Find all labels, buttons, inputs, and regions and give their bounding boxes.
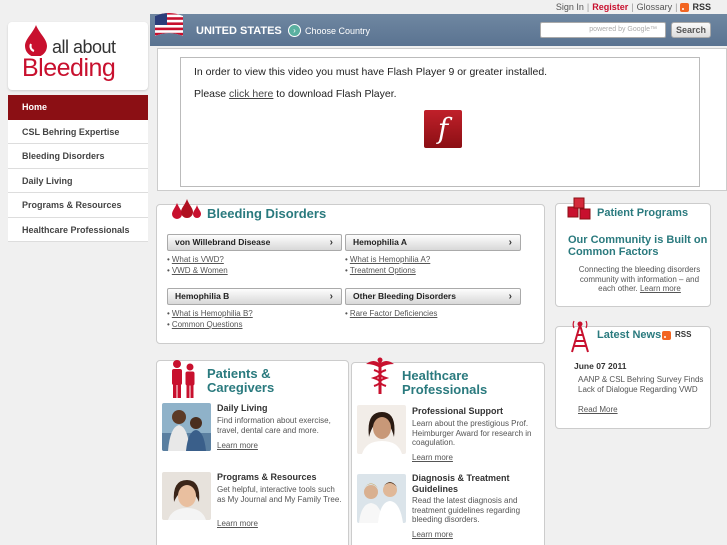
site-logo[interactable]: all about Bleeding xyxy=(8,22,148,90)
programs-headline: Our Community is Built on Common Factors xyxy=(568,234,708,258)
hcp-title-line2: Professionals xyxy=(402,382,488,397)
news-read-more-link[interactable]: Read More xyxy=(578,405,618,414)
list-item: What is Hemophilia B? xyxy=(167,309,253,318)
news-headline: AANP & CSL Behring Survey Finds Lack of … xyxy=(578,375,704,394)
rare-factor-deficiencies-link[interactable]: Rare Factor Deficiencies xyxy=(350,309,438,318)
vwd-women-link[interactable]: VWD & Women xyxy=(172,266,228,275)
daily-living-learn-more-link[interactable]: Learn more xyxy=(217,441,258,450)
list-item: Common Questions xyxy=(167,320,243,329)
patients-title-line2: Caregivers xyxy=(207,380,275,395)
rss-icon[interactable] xyxy=(680,2,690,12)
separator: | xyxy=(586,2,590,12)
what-is-vwd-link[interactable]: What is VWD? xyxy=(172,255,224,264)
professional-support-photo xyxy=(357,405,406,454)
list-item: Treatment Options xyxy=(345,266,416,275)
sidebar-item-home[interactable]: Home xyxy=(8,95,148,120)
hcp-title-line1: Healthcare xyxy=(402,368,469,383)
utility-bar: Sign In | Register | Glossary | RSS xyxy=(556,0,711,14)
sidebar-item-programs-resources[interactable]: Programs & Resources xyxy=(8,193,148,218)
sign-in-link[interactable]: Sign In xyxy=(556,2,584,12)
diagnosis-treatment-heading: Diagnosis & Treatment Guidelines xyxy=(412,473,510,494)
sidebar-item-csl-behring-expertise[interactable]: CSL Behring Expertise xyxy=(8,119,148,144)
chevron-right-icon: › xyxy=(508,237,512,248)
flash-required-message: In order to view this video you must hav… xyxy=(194,66,548,78)
diagnosis-treatment-body: Read the latest diagnosis and treatment … xyxy=(412,496,521,524)
daily-living-photo xyxy=(162,403,211,451)
chevron-right-icon: › xyxy=(508,291,512,302)
blood-drops-icon xyxy=(172,199,201,219)
radio-tower-icon xyxy=(571,320,589,353)
hemophilia-a-button[interactable]: Hemophilia A › xyxy=(345,234,521,251)
choose-country-link[interactable]: Choose Country xyxy=(305,26,370,36)
flash-download-message: Please click here to download Flash Play… xyxy=(194,88,397,100)
rss-icon[interactable] xyxy=(662,331,671,341)
programs-description: Connecting the bleeding disorders commun… xyxy=(572,265,707,294)
programs-learn-more-link[interactable]: Learn more xyxy=(640,284,681,293)
us-flag-icon xyxy=(155,13,183,36)
flash-player-icon[interactable]: f xyxy=(424,110,462,148)
other-bleeding-disorders-label: Other Bleeding Disorders xyxy=(353,291,456,301)
daily-living-heading: Daily Living xyxy=(217,403,268,413)
programs-resources-heading: Programs & Resources xyxy=(217,472,317,482)
read-more: Read More xyxy=(578,405,618,414)
list-item: What is Hemophilia A? xyxy=(345,255,430,264)
professional-support-learn-more-link[interactable]: Learn more xyxy=(412,453,453,462)
flash-download-text-post: to download Flash Player. xyxy=(273,88,397,100)
professional-support-body: Learn about the prestigious Prof. Heimbu… xyxy=(412,419,532,447)
sidebar-item-bleeding-disorders[interactable]: Bleeding Disorders xyxy=(8,144,148,169)
arrow-right-icon[interactable]: › xyxy=(288,24,301,37)
treatment-options-link[interactable]: Treatment Options xyxy=(350,266,416,275)
learn-more: Learn more xyxy=(217,519,258,528)
programs-resources-body: Get helpful, interactive tools such as M… xyxy=(217,485,342,504)
other-bleeding-disorders-button[interactable]: Other Bleeding Disorders › xyxy=(345,288,521,305)
news-rss-link[interactable]: RSS xyxy=(675,330,691,339)
latest-news-title: Latest News xyxy=(597,329,662,341)
learn-more: Learn more xyxy=(217,441,258,450)
list-item: Rare Factor Deficiencies xyxy=(345,309,438,318)
bleeding-disorders-title: Bleeding Disorders xyxy=(207,206,327,221)
rss-link[interactable]: RSS xyxy=(692,2,711,12)
flash-download-link[interactable]: click here xyxy=(229,88,273,100)
what-is-hemophilia-b-link[interactable]: What is Hemophilia B? xyxy=(172,309,253,318)
blood-drop-icon xyxy=(25,25,47,56)
diagnosis-treatment-photo xyxy=(357,474,406,523)
glossary-link[interactable]: Glossary xyxy=(637,2,673,12)
caduceus-icon xyxy=(366,357,394,394)
vwd-label: von Willebrand Disease xyxy=(175,237,271,247)
hemophilia-b-button[interactable]: Hemophilia B › xyxy=(167,288,342,305)
hemophilia-a-label: Hemophilia A xyxy=(353,237,407,247)
sidebar-item-healthcare-professionals[interactable]: Healthcare Professionals xyxy=(8,217,148,242)
learn-more: Learn more xyxy=(412,530,453,539)
programs-resources-photo xyxy=(162,472,211,520)
separator: | xyxy=(631,2,634,12)
register-link[interactable]: Register xyxy=(592,2,628,12)
search-input[interactable]: powered by Google™ xyxy=(540,22,666,38)
patients-title-line1: Patients & xyxy=(207,366,271,381)
separator: | xyxy=(675,2,678,12)
professional-support-heading: Professional Support xyxy=(412,406,504,416)
country-label: UNITED STATES xyxy=(196,25,282,37)
flash-download-text-pre: Please xyxy=(194,88,230,100)
daily-living-body: Find information about exercise, travel,… xyxy=(217,416,331,435)
list-item: VWD & Women xyxy=(167,266,228,275)
learn-more: Learn more xyxy=(412,453,453,462)
search-button[interactable]: Search xyxy=(671,22,711,38)
sidebar-nav: Home CSL Behring Expertise Bleeding Diso… xyxy=(8,95,148,242)
what-is-hemophilia-a-link[interactable]: What is Hemophilia A? xyxy=(350,255,430,264)
chevron-right-icon: › xyxy=(329,291,333,302)
programs-resources-learn-more-link[interactable]: Learn more xyxy=(217,519,258,528)
patient-programs-title: Patient Programs xyxy=(597,207,689,219)
sidebar-item-daily-living[interactable]: Daily Living xyxy=(8,168,148,193)
cubes-icon xyxy=(567,197,591,220)
diagnosis-treatment-learn-more-link[interactable]: Learn more xyxy=(412,530,453,539)
vwd-button[interactable]: von Willebrand Disease › xyxy=(167,234,342,251)
logo-text-line2: Bleeding xyxy=(22,54,116,82)
people-icon xyxy=(172,360,195,398)
list-item: What is VWD? xyxy=(167,255,224,264)
news-date: June 07 2011 xyxy=(574,361,627,371)
hemophilia-b-label: Hemophilia B xyxy=(175,291,230,301)
common-questions-link[interactable]: Common Questions xyxy=(172,320,243,329)
chevron-right-icon: › xyxy=(329,237,333,248)
